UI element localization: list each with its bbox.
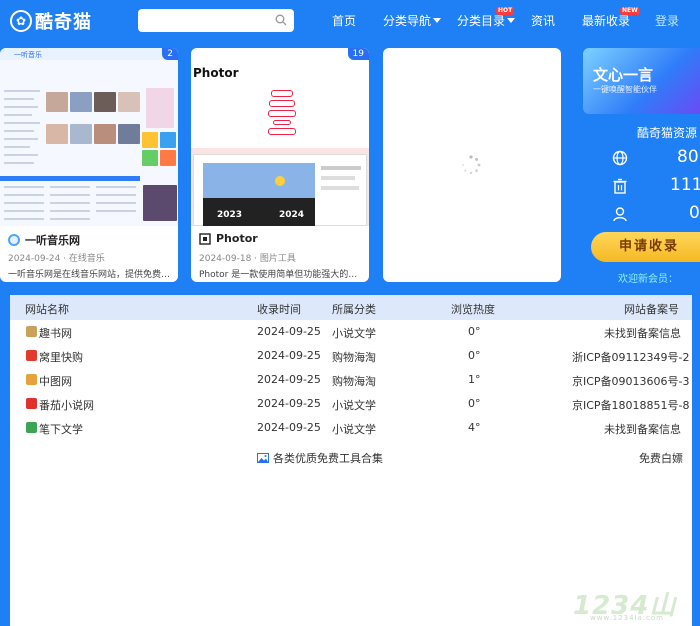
site-logo[interactable]: ✿ 酷奇猫 [10, 8, 92, 34]
header-category: 所属分类 [332, 303, 376, 316]
table-row[interactable]: 窝里快购 2024-09-25 购物海淘 0° 浙ICP备09112349号-2 [10, 344, 692, 368]
stat-deleted-count: 111 [670, 175, 700, 195]
header-heat: 浏览热度 [451, 303, 495, 316]
site-card-loading[interactable] [383, 48, 561, 282]
card-count-badge: 19 [347, 48, 369, 60]
site-date: 2024-09-25 [257, 349, 321, 362]
chevron-down-icon [433, 18, 442, 23]
site-name-link[interactable]: 笔下文学 [39, 421, 83, 437]
nav-category-nav-label: 分类导航 [383, 14, 432, 28]
thumb-year-2023: 2023 [217, 210, 243, 220]
trash-icon [613, 178, 627, 194]
site-date: 2024-09-25 [257, 325, 321, 338]
top-header: ✿ 酷奇猫 首页 分类导航 分类目录 HOT 资讯 最新收录 NEW 登录 [0, 0, 700, 40]
site-heat: 0° [468, 397, 481, 410]
card-title-text: 一听音乐网 [25, 234, 80, 247]
site-icp: 浙ICP备09112349号-2 [572, 351, 690, 364]
card-description: Photor 是一款使用简单但功能强大的截图工具 [199, 270, 363, 280]
site-icp: 未找到备案信息 [604, 327, 681, 340]
site-category[interactable]: 购物海淘 [332, 373, 376, 389]
site-icp: 京ICP备18018851号-8 [572, 399, 690, 412]
site-date: 2024-09-25 [257, 373, 321, 386]
site-name-link[interactable]: 中图网 [39, 373, 72, 389]
search-icon[interactable] [275, 14, 287, 26]
latest-sites-table: 网站名称 收录时间 所属分类 浏览热度 网站备案号 趣书网 2024-09-25… [10, 295, 692, 626]
free-badge-link[interactable]: 免费白嫖 [639, 450, 683, 466]
stat-sites-count: 80 [677, 147, 699, 167]
promo-banner[interactable]: 文心一言 一键唤醒智能伙伴 [583, 48, 700, 114]
site-favicon-icon [26, 398, 37, 409]
table-row[interactable]: 趣书网 2024-09-25 小说文学 0° 未找到备案信息 [10, 320, 692, 344]
site-category[interactable]: 购物海淘 [332, 349, 376, 365]
header-icp: 网站备案号 [624, 303, 679, 316]
search-input[interactable] [138, 9, 294, 32]
thumb-content [0, 60, 178, 226]
free-tools-link[interactable]: 各类优质免费工具合集 [257, 450, 383, 466]
table-row[interactable]: 番茄小说网 2024-09-25 小说文学 0° 京ICP备18018851号-… [10, 392, 692, 416]
stat-members-count: 0 [689, 203, 700, 223]
welcome-text: 欢迎新会员： [618, 274, 678, 285]
header-date: 收录时间 [257, 303, 301, 316]
promo-title: 文心一言 [593, 66, 654, 84]
site-category[interactable]: 小说文学 [332, 421, 376, 437]
image-icon [257, 453, 269, 463]
hot-badge: HOT [496, 7, 515, 15]
card-title-text: Photor [216, 232, 258, 245]
globe-icon [612, 150, 628, 166]
site-favicon-icon [26, 326, 37, 337]
site-favicon-icon [26, 350, 37, 361]
card-meta: 2024-09-18 · 图片工具 [199, 254, 296, 264]
table-header: 网站名称 收录时间 所属分类 浏览热度 网站备案号 [10, 295, 692, 320]
card-meta: 2024-09-24 · 在线音乐 [8, 254, 105, 264]
site-card-yiting[interactable]: 一听音乐 2 一听音乐网 2024-09-24 · 在线音乐 一听音乐网是在线音… [0, 48, 178, 282]
site-category[interactable]: 小说文学 [332, 397, 376, 413]
site-category[interactable]: 小说文学 [332, 325, 376, 341]
card-thumbnail: 一听音乐 [0, 48, 178, 226]
logo-text: 酷奇猫 [35, 12, 92, 33]
thumb-logo-text: 一听音乐 [14, 51, 42, 59]
thumb-heading: Photor [193, 66, 239, 80]
card-count-badge: 2 [162, 48, 178, 60]
nav-home[interactable]: 首页 [332, 12, 356, 29]
site-heat: 0° [468, 325, 481, 338]
site-name-link[interactable]: 趣书网 [39, 325, 72, 341]
site-card-photor[interactable]: Photor 2023 2024 19 Photor 2024-09-18 · … [191, 48, 369, 282]
site-heat: 1° [468, 373, 481, 386]
loading-spinner-icon [462, 155, 481, 175]
card-title[interactable]: 一听音乐网 [8, 232, 80, 248]
site-date: 2024-09-25 [257, 397, 321, 410]
free-tools-label: 各类优质免费工具合集 [273, 452, 383, 465]
table-row[interactable]: 中图网 2024-09-25 购物海淘 1° 京ICP备09013606号-3 [10, 368, 692, 392]
nav-category-dir-label: 分类目录 [457, 14, 506, 28]
site-name-link[interactable]: 番茄小说网 [39, 397, 94, 413]
header-site-name: 网站名称 [25, 303, 69, 316]
site-name-link[interactable]: 窝里快购 [39, 349, 83, 365]
site-heat: 4° [468, 421, 481, 434]
thumb-year-2024: 2024 [279, 210, 305, 220]
site-favicon-icon [26, 374, 37, 385]
site-date: 2024-09-25 [257, 421, 321, 434]
nav-category-nav[interactable]: 分类导航 [383, 12, 442, 29]
user-icon [613, 207, 627, 222]
site-icp: 京ICP备09013606号-3 [572, 375, 690, 388]
watermark-url: www.1234la.com [590, 614, 664, 622]
site-favicon-icon [8, 234, 20, 246]
table-row[interactable]: 笔下文学 2024-09-25 小说文学 4° 未找到备案信息 [10, 416, 692, 440]
site-icp: 未找到备案信息 [604, 423, 681, 436]
chevron-down-icon [507, 18, 516, 23]
nav-login[interactable]: 登录 [655, 12, 679, 29]
card-thumbnail: Photor 2023 2024 [191, 48, 369, 226]
apply-listing-button[interactable]: 申请收录 [591, 232, 700, 262]
card-title[interactable]: Photor [199, 232, 258, 245]
nav-news[interactable]: 资讯 [531, 12, 555, 29]
site-favicon-icon [26, 422, 37, 433]
frame-icon [199, 232, 211, 245]
site-heat: 0° [468, 349, 481, 362]
new-badge: NEW [620, 7, 640, 15]
logo-mark-icon: ✿ [10, 10, 32, 32]
card-description: 一听音乐网是在线音乐网站，提供免费歌曲... [8, 270, 172, 280]
promo-subtitle: 一键唤醒智能伙伴 [593, 85, 657, 94]
resource-title: 酷奇猫资源 [637, 126, 698, 140]
